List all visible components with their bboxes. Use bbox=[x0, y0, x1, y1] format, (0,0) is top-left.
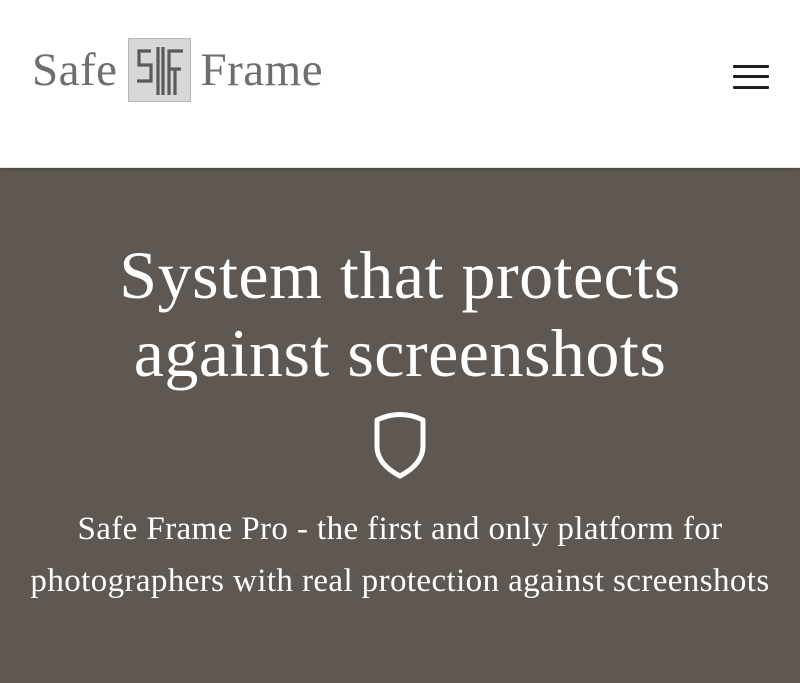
hero-subtitle: Safe Frame Pro - the first and only plat… bbox=[30, 511, 770, 599]
menu-bar bbox=[733, 75, 769, 78]
brand-word-frame: Frame bbox=[200, 44, 324, 96]
shield-icon bbox=[374, 412, 426, 479]
menu-bar bbox=[733, 65, 769, 68]
hamburger-menu-icon[interactable] bbox=[726, 60, 774, 100]
menu-bar bbox=[733, 86, 769, 89]
logo-mark-icon bbox=[127, 38, 191, 102]
hero-title: System that protects against screenshots bbox=[119, 237, 681, 391]
site-header: Safe Frame bbox=[0, 0, 800, 168]
hero-section: System that protects against screenshots… bbox=[0, 168, 800, 683]
brand-logo[interactable]: Safe Frame bbox=[32, 38, 323, 102]
brand-word-safe: Safe bbox=[32, 44, 118, 96]
